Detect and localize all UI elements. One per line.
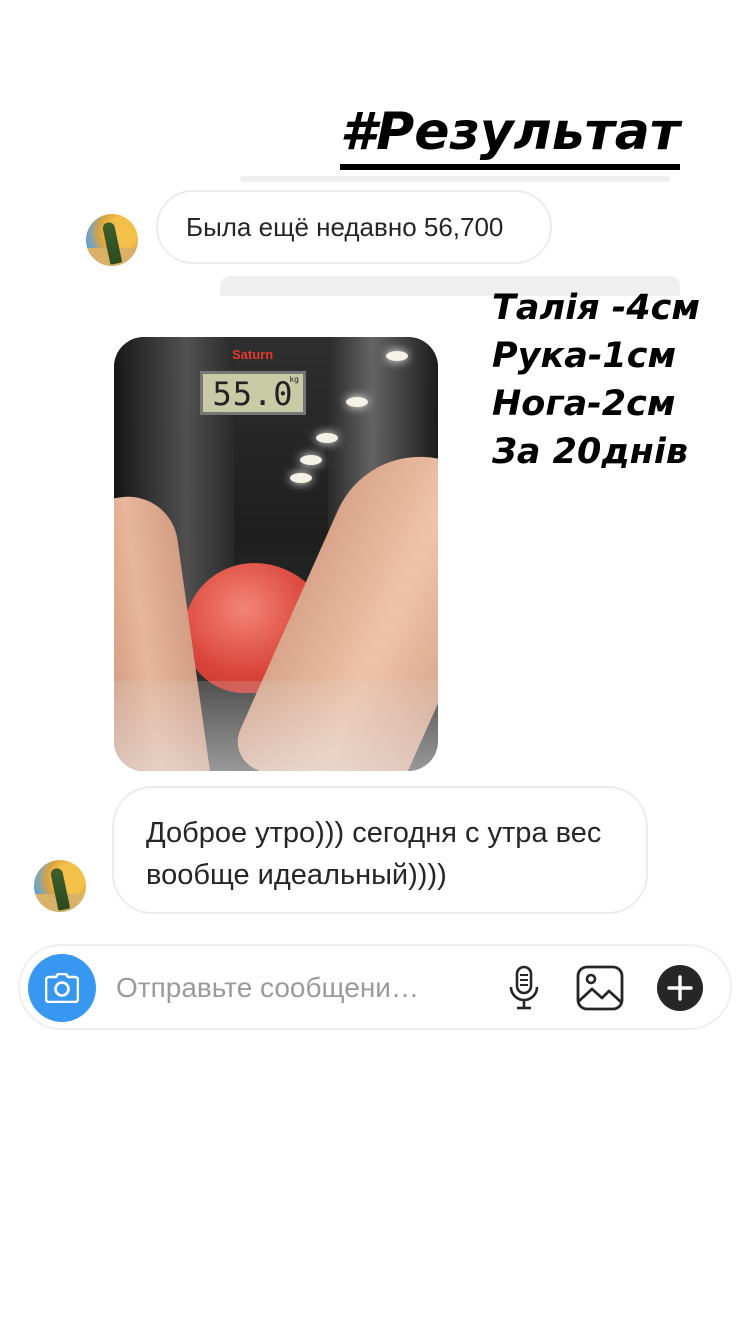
- camera-icon: [45, 973, 79, 1003]
- gallery-icon: [576, 965, 624, 1011]
- stat-line: Талія -4см: [492, 288, 701, 328]
- stat-line: Нога-2см: [492, 384, 676, 424]
- quoted-bubble-edge: [240, 176, 670, 182]
- message-composer: Отправьте сообщени…: [18, 944, 732, 1030]
- photo-message[interactable]: Saturn 55.0 kg: [114, 337, 438, 771]
- message-bubble: Была ещё недавно 56,700: [156, 190, 552, 264]
- sender-avatar[interactable]: [86, 214, 138, 266]
- scale-display: 55.0 kg: [200, 371, 306, 415]
- scale-brand: Saturn: [232, 347, 274, 362]
- gallery-button[interactable]: [576, 964, 624, 1012]
- story-hashtag: #Результат: [340, 100, 681, 170]
- story-stats: Талія -4см Рука-1см Нога-2см За 20днів: [492, 284, 700, 476]
- more-button[interactable]: [656, 964, 704, 1012]
- camera-button[interactable]: [28, 954, 96, 1022]
- message-bubble: Доброе утро))) сегодня с утра вес вообще…: [112, 786, 648, 914]
- scale-unit: kg: [289, 375, 299, 384]
- message-text: Была ещё недавно 56,700: [186, 212, 504, 242]
- stat-line: Рука-1см: [492, 336, 677, 376]
- microphone-icon: [509, 965, 539, 1010]
- stat-line: За 20днів: [492, 432, 688, 472]
- message-input[interactable]: Отправьте сообщени…: [116, 972, 466, 1004]
- scale-reading: 55.0: [212, 375, 294, 413]
- message-text: Доброе утро))) сегодня с утра вес вообще…: [146, 817, 602, 891]
- voice-button[interactable]: [500, 964, 548, 1012]
- plus-icon: [657, 965, 703, 1011]
- sender-avatar[interactable]: [34, 860, 86, 912]
